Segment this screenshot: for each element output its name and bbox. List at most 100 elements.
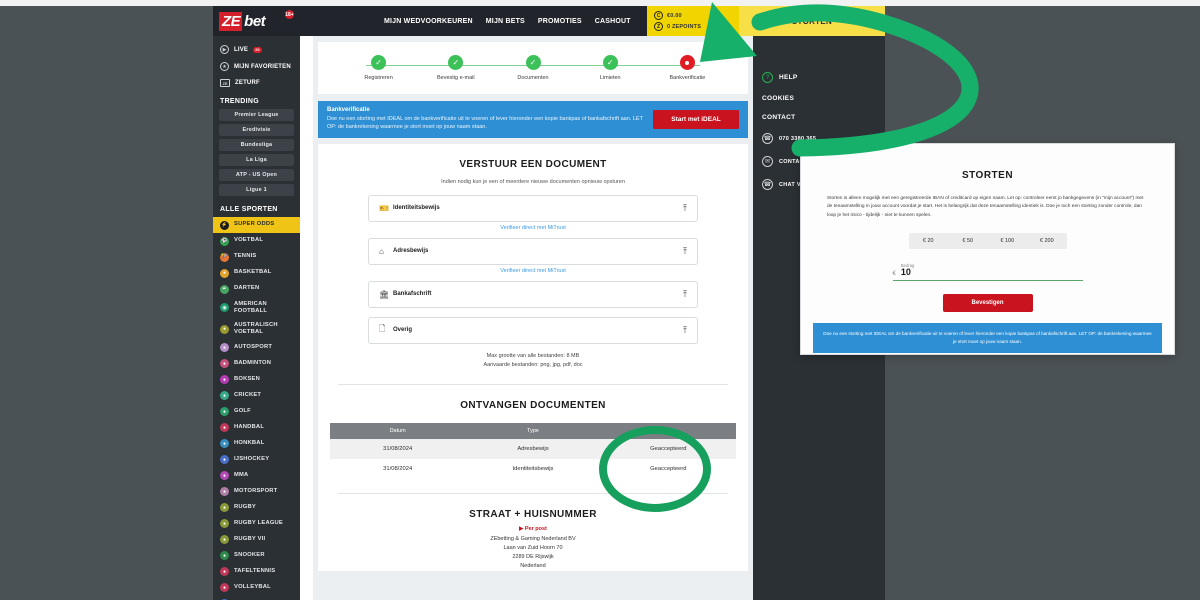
sport-label: HONKBAL <box>234 440 265 447</box>
mitrust-link-identiteitsbewijs[interactable]: Verifieer direct met MiTrust <box>368 224 698 238</box>
sidebar-sport-item[interactable]: ◉ AMERICAN FOOTBALL <box>213 297 300 318</box>
amount-field-wrap: Bedrag 10 <box>901 263 1083 278</box>
cell-status: Geaccepteerd <box>650 445 687 452</box>
upload-icon[interactable]: ⤒ <box>683 289 687 300</box>
sidebar-sport-item[interactable]: ⚽ VOETBAL <box>213 233 300 249</box>
balance-amount: €0.00 <box>667 12 682 19</box>
notice-body: Doe nu een storting met IDEAL om de bank… <box>327 116 643 130</box>
sidebar-sport-item[interactable]: ● VOLLEYBAL <box>213 580 300 596</box>
sidebar-sport-item[interactable]: ● RUGBY VII <box>213 532 300 548</box>
start-ideal-button[interactable]: Start met iDEAL <box>653 109 739 129</box>
nav-item-mijn-bets[interactable]: MIJN BETS <box>486 18 525 25</box>
sidebar-sport-item[interactable]: ● MMA <box>213 468 300 484</box>
notice-title: Bankverificatie <box>327 107 370 113</box>
sidebar-sport-item[interactable]: ● IJSHOCKEY <box>213 452 300 468</box>
upload-icon[interactable]: ⤒ <box>683 203 687 214</box>
sport-icon: ⚽ <box>220 236 229 246</box>
sidebar-item-zeturf-label: ZETURF <box>235 80 260 86</box>
sidebar-sport-item[interactable]: ● HONKBAL <box>213 436 300 452</box>
step-limieten[interactable]: ✓ Limieten <box>572 55 649 81</box>
deposit-button[interactable]: STORTEN <box>739 6 885 36</box>
column-datum: Datum <box>389 427 406 434</box>
confirm-deposit-button[interactable]: Bevestigen <box>942 294 1033 313</box>
trending-item[interactable]: ATP - US Open <box>219 169 294 181</box>
sidebar-sport-item[interactable]: ● MOTORSPORT <box>213 484 300 500</box>
modal-body-text: Storten is alleen mogelijk met een gereg… <box>827 196 1144 218</box>
id-card-icon: 🎫 <box>379 203 389 213</box>
upload-row-identiteitsbewijs[interactable]: 🎫 Identiteitsbewijs ⤒ <box>368 194 698 222</box>
sport-label: HANDBAL <box>234 424 265 431</box>
main-content: ✓ Registreren ✓ Bevestig e-mail ✓ Docume… <box>313 36 753 600</box>
sport-label: CRICKET <box>234 392 262 399</box>
sport-icon: ◉ <box>220 303 229 313</box>
modal-ideal-note: Doe nu een storting met IDEAL om de bank… <box>813 323 1162 353</box>
mitrust-link-adresbewijs[interactable]: Verifieer direct met MiTrust <box>368 267 698 281</box>
amount-input[interactable]: € Bedrag 10 <box>892 263 1083 282</box>
sport-label: TAFELTENNIS <box>234 568 276 575</box>
sport-label: VOETBAL <box>234 237 264 244</box>
sport-icon: ● <box>220 343 229 353</box>
sidebar-item-help[interactable]: ? HELP <box>753 66 885 89</box>
preset-50[interactable]: € 50 <box>948 233 988 249</box>
sport-icon: ● <box>220 551 229 561</box>
sport-label: AMERICAN FOOTBALL <box>234 300 268 314</box>
trending-title: TRENDING <box>220 98 259 105</box>
trending-item[interactable]: Ligue 1 <box>219 184 294 196</box>
cell-status: Geaccepteerd <box>650 465 687 472</box>
logo-bet-text: bet <box>244 12 266 30</box>
sidebar-item-zeturf[interactable]: ZE ZETURF <box>213 75 300 91</box>
trending-item[interactable]: Bundesliga <box>219 139 294 151</box>
sidebar-sport-item[interactable]: ● AUTOSPORT <box>213 340 300 356</box>
bank-verification-notice: Bankverificatie Doe nu een storting met … <box>318 101 748 138</box>
step-documenten[interactable]: ✓ Documenten <box>494 55 571 81</box>
sidebar-sport-item[interactable]: ●WIELRENNEN <box>213 596 300 600</box>
sidebar-item-favorieten[interactable]: ★ MIJN FAVORIETEN <box>213 58 300 75</box>
step-bankverificatie[interactable]: Bankverificatie <box>649 55 726 81</box>
step-bevestig-email[interactable]: ✓ Bevestig e-mail <box>417 55 494 81</box>
preset-200[interactable]: € 200 <box>1027 233 1067 249</box>
deposit-modal: STORTEN Storten is alleen mogelijk met e… <box>800 143 1175 355</box>
sport-label: AUTOSPORT <box>234 344 273 351</box>
trending-item[interactable]: Premier League <box>219 109 294 121</box>
sport-label: RUGBY <box>234 504 256 511</box>
nav-item-cashout[interactable]: CASHOUT <box>595 18 631 25</box>
upload-row-bankafschrift[interactable]: 🏛 Bankafschrift ⤒ <box>368 280 698 308</box>
sidebar-sport-item[interactable]: ● SNOOKER <box>213 548 300 564</box>
sidebar-sport-item[interactable]: ● BASKETBAL <box>213 265 300 281</box>
sidebar-item-cookies[interactable]: COOKIES <box>753 89 885 108</box>
sidebar-sport-item[interactable]: ⚡ SUPER ODDS <box>213 217 300 233</box>
step-registreren[interactable]: ✓ Registreren <box>340 55 417 81</box>
sidebar-sport-item[interactable]: ● RUGBY <box>213 500 300 516</box>
nav-item-wedvoorkeuren[interactable]: MIJN WEDVOORKEUREN <box>384 18 473 25</box>
site-logo[interactable]: ZE bet 18+ <box>213 6 300 36</box>
sidebar-sport-item[interactable]: ✒ DARTEN <box>213 281 300 297</box>
sidebar-item-live[interactable]: ▶ LIVE 20 <box>213 41 300 58</box>
step-label: Documenten <box>517 75 549 81</box>
sidebar-item-contact[interactable]: CONTACT <box>753 108 885 127</box>
sidebar-sport-item[interactable]: ● RUGBY LEAGUE <box>213 516 300 532</box>
sidebar-sport-item[interactable]: 🎾 TENNIS <box>213 249 300 265</box>
sport-icon: ⚡ <box>220 220 229 230</box>
preset-20[interactable]: € 20 <box>909 233 949 249</box>
balance-widget[interactable]: C €0.00 Z 0 ZEPOINTS <box>647 6 739 36</box>
step-label: Registreren <box>364 75 393 81</box>
sidebar-sport-item[interactable]: ● HANDBAL <box>213 420 300 436</box>
left-sidebar: ▶ LIVE 20 ★ MIJN FAVORIETEN ZE ZETURF TR… <box>213 36 300 600</box>
upload-icon[interactable]: ⤒ <box>683 325 687 336</box>
sport-label: RUGBY LEAGUE <box>234 520 283 527</box>
sidebar-sport-item[interactable]: ● CRICKET <box>213 388 300 404</box>
upload-row-adresbewijs[interactable]: ⌂ Adresbewijs ⤒ <box>368 237 698 265</box>
sidebar-sport-item[interactable]: ● BOKSEN <box>213 372 300 388</box>
modal-title: STORTEN <box>961 170 1014 181</box>
upload-row-overig[interactable]: 🗋 Overig ⤒ <box>368 316 698 344</box>
sidebar-sport-item[interactable]: ● TAFELTENNIS <box>213 564 300 580</box>
preset-100[interactable]: € 100 <box>988 233 1028 249</box>
trending-item[interactable]: Eredivisie <box>219 124 294 136</box>
trending-item[interactable]: La Liga <box>219 154 294 166</box>
sidebar-sport-item[interactable]: ● GOLF <box>213 404 300 420</box>
sidebar-sport-item[interactable]: ● BADMINTON <box>213 356 300 372</box>
sidebar-sport-item[interactable]: ● AUSTRALISCH VOETBAL <box>213 318 300 339</box>
sport-label: TENNIS <box>234 253 257 260</box>
upload-icon[interactable]: ⤒ <box>683 246 687 257</box>
nav-item-promoties[interactable]: PROMOTIES <box>538 18 582 25</box>
